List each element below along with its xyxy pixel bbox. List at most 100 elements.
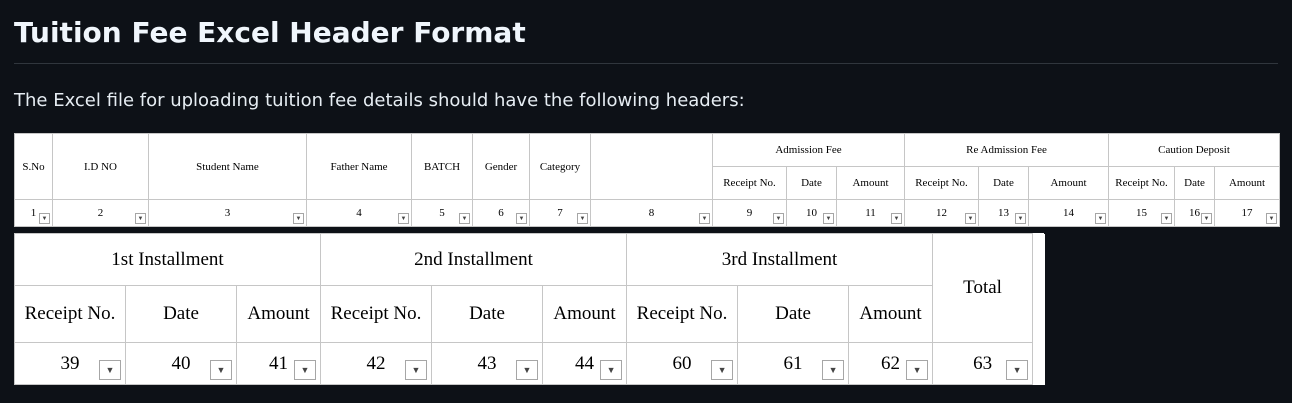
dropdown-arrow-icon: ▼ [965, 213, 976, 224]
dropdown-arrow-icon: ▼ [600, 360, 623, 380]
sub-header-amount: Amount [235, 285, 322, 343]
column-number-cell: 43 ▼ [431, 342, 544, 385]
group-header-1st-installment: 1st Installment [13, 233, 322, 286]
group-header-3rd-installment: 3rd Installment [626, 233, 934, 286]
column-number: 9 [746, 207, 753, 219]
column-number: 11 [865, 207, 876, 219]
column-number-cell: 2 ▼ [52, 199, 149, 227]
intro-text: The Excel file for uploading tuition fee… [14, 90, 745, 111]
column-number-cell: 39 ▼ [14, 342, 126, 385]
sub-header-amount: Amount [542, 285, 628, 343]
column-number-cell: 14 ▼ [1027, 199, 1110, 227]
sub-header-date: Date [786, 166, 837, 200]
column-number: 42 [366, 352, 386, 374]
header-sheet-image-1: S.No I.D NO Student Name Father Name BAT… [14, 133, 1281, 227]
column-number-cell: 40 ▼ [125, 342, 237, 385]
dropdown-arrow-icon: ▼ [699, 213, 710, 224]
column-number-cell: 16 ▼ [1174, 199, 1216, 227]
dropdown-arrow-icon: ▼ [577, 213, 588, 224]
column-number: 13 [998, 207, 1009, 219]
dropdown-arrow-icon: ▼ [293, 213, 304, 224]
dropdown-arrow-icon: ▼ [135, 213, 146, 224]
page-title: Tuition Fee Excel Header Format [14, 16, 526, 49]
column-number: 4 [356, 207, 362, 219]
column-number-cell: 7 ▼ [529, 199, 591, 227]
column-number: 41 [269, 352, 288, 374]
dropdown-arrow-icon: ▼ [516, 213, 527, 224]
dropdown-arrow-icon: ▼ [711, 360, 734, 380]
sub-header-date: Date [431, 285, 544, 343]
group-header-2nd-installment: 2nd Installment [320, 233, 628, 286]
sub-header-receipt-no: Receipt No. [626, 285, 739, 343]
header-table-1: S.No I.D NO Student Name Father Name BAT… [14, 133, 1281, 227]
sub-header-date: Date [978, 166, 1029, 200]
dropdown-arrow-icon: ▼ [99, 360, 121, 380]
dropdown-arrow-icon: ▼ [1006, 360, 1029, 380]
sub-header-date: Date [1174, 166, 1216, 200]
column-number: 12 [936, 207, 947, 219]
heading-divider [14, 63, 1278, 64]
header-table-2: 1st Installment 2nd Installment 3rd Inst… [13, 233, 1045, 385]
col-header-batch: BATCH [411, 133, 473, 200]
column-number-cell: 15 ▼ [1108, 199, 1176, 227]
column-number-cell: 6 ▼ [472, 199, 530, 227]
dropdown-arrow-icon: ▼ [1015, 213, 1026, 224]
sub-header-date: Date [737, 285, 850, 343]
sub-header-receipt-no: Receipt No. [14, 285, 126, 343]
sub-header-amount: Amount [836, 166, 905, 200]
col-header-gender: Gender [472, 133, 530, 200]
column-number: 7 [557, 207, 563, 219]
column-number-cell: 60 ▼ [626, 342, 739, 385]
column-number-cell: 11 ▼ [836, 199, 905, 227]
column-number: 17 [1241, 207, 1253, 219]
column-number: 1 [30, 207, 37, 219]
col-header-student-name: Student Name [148, 133, 307, 200]
column-number-cell: 4 ▼ [306, 199, 412, 227]
sub-header-receipt-no: Receipt No. [712, 166, 787, 200]
column-number-cell: 5 ▼ [411, 199, 473, 227]
dropdown-arrow-icon: ▼ [1095, 213, 1107, 224]
dropdown-arrow-icon: ▼ [822, 360, 845, 380]
column-number-cell: 62 ▼ [848, 342, 934, 385]
dropdown-arrow-icon: ▼ [823, 213, 834, 224]
column-number: 43 [477, 352, 497, 374]
sub-header-date: Date [125, 285, 237, 343]
dropdown-arrow-icon: ▼ [210, 360, 232, 380]
col-header-blank [590, 133, 713, 200]
sub-header-amount: Amount [848, 285, 934, 343]
column-number-cell: 13 ▼ [978, 199, 1029, 227]
column-number: 8 [648, 207, 655, 219]
sub-header-receipt-no: Receipt No. [320, 285, 433, 343]
column-number-cell: 41 ▼ [235, 342, 322, 385]
dropdown-arrow-icon: ▼ [294, 360, 317, 380]
column-number-cell: 42 ▼ [320, 342, 433, 385]
column-number: 5 [439, 207, 445, 219]
column-number-cell: 12 ▼ [904, 199, 979, 227]
header-sheet-image-2: 1st Installment 2nd Installment 3rd Inst… [13, 233, 1045, 385]
dropdown-arrow-icon: ▼ [1266, 213, 1278, 224]
dropdown-arrow-icon: ▼ [1161, 213, 1173, 224]
group-header-caution-deposit: Caution Deposit [1108, 133, 1281, 167]
column-number: 63 [973, 352, 993, 374]
dropdown-arrow-icon: ▼ [39, 213, 50, 224]
dropdown-arrow-icon: ▼ [891, 213, 902, 224]
column-number: 14 [1063, 207, 1074, 219]
column-number-cell: 3 ▼ [148, 199, 307, 227]
col-header-sno: S.No [14, 133, 53, 200]
sub-header-receipt-no: Receipt No. [1108, 166, 1176, 200]
dropdown-arrow-icon: ▼ [405, 360, 428, 380]
column-number-cell: 9 ▼ [712, 199, 787, 227]
column-number: 40 [171, 352, 191, 374]
dropdown-arrow-icon: ▼ [1201, 213, 1213, 224]
sub-header-amount: Amount [1027, 166, 1110, 200]
column-number-cell: 61 ▼ [737, 342, 850, 385]
column-number: 44 [575, 352, 595, 374]
column-number: 3 [224, 207, 231, 219]
dropdown-arrow-icon: ▼ [398, 213, 409, 224]
column-number-cell: 1 ▼ [14, 199, 53, 227]
column-number: 62 [881, 352, 901, 374]
column-number: 61 [783, 352, 803, 374]
column-number: 10 [806, 207, 817, 219]
col-header-idno: I.D NO [52, 133, 149, 200]
column-number: 39 [60, 352, 80, 374]
